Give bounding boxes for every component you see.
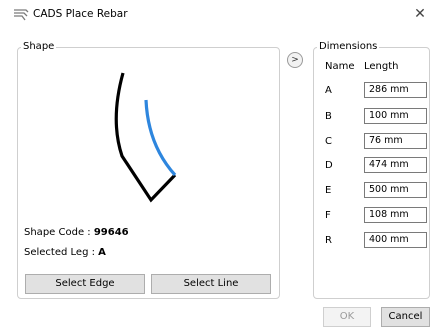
shape-code-label: Shape Code : [24,227,94,238]
rebar-leg-dark [114,72,177,203]
dimensions-group-label: Dimensions [317,41,380,52]
rebar-shape-icon [14,9,29,21]
window-title: CADS Place Rebar [33,8,128,20]
ok-button[interactable]: OK [323,307,371,327]
dim-name-r: R [325,235,332,246]
dim-name-b: B [325,111,332,122]
length-column-header: Length [364,61,399,72]
dim-length-d-input[interactable]: 474 mm [364,157,427,173]
dim-length-b-input[interactable]: 100 mm [364,108,427,124]
rebar-shape-preview[interactable] [22,60,272,220]
selected-leg-line: Selected Leg : A [24,247,106,258]
expand-button[interactable]: > [287,52,303,68]
cancel-button[interactable]: Cancel [381,307,430,327]
dim-name-e: E [325,185,332,196]
select-line-button[interactable]: Select Line [151,274,271,294]
dim-length-f-input[interactable]: 108 mm [364,207,427,223]
selected-leg-label: Selected Leg : [24,247,99,258]
dim-length-c-input[interactable]: 76 mm [364,133,427,149]
dim-length-e-input[interactable]: 500 mm [364,182,427,198]
name-column-header: Name [325,61,355,72]
dim-name-f: F [325,210,331,221]
dim-name-d: D [325,160,333,171]
dim-length-r-input[interactable]: 400 mm [364,232,427,248]
dim-name-c: C [325,136,332,147]
rebar-leg-selected [144,99,177,177]
shape-group-label: Shape [21,41,57,52]
title-bar: CADS Place Rebar ✕ [0,0,438,30]
dim-name-a: A [325,85,332,96]
selected-leg-value: A [98,247,106,258]
select-edge-button[interactable]: Select Edge [25,274,145,294]
shape-code-line: Shape Code : 99646 [24,227,129,238]
dim-length-a-input[interactable]: 286 mm [364,82,427,98]
close-icon[interactable]: ✕ [409,4,431,24]
shape-code-value: 99646 [93,227,129,238]
